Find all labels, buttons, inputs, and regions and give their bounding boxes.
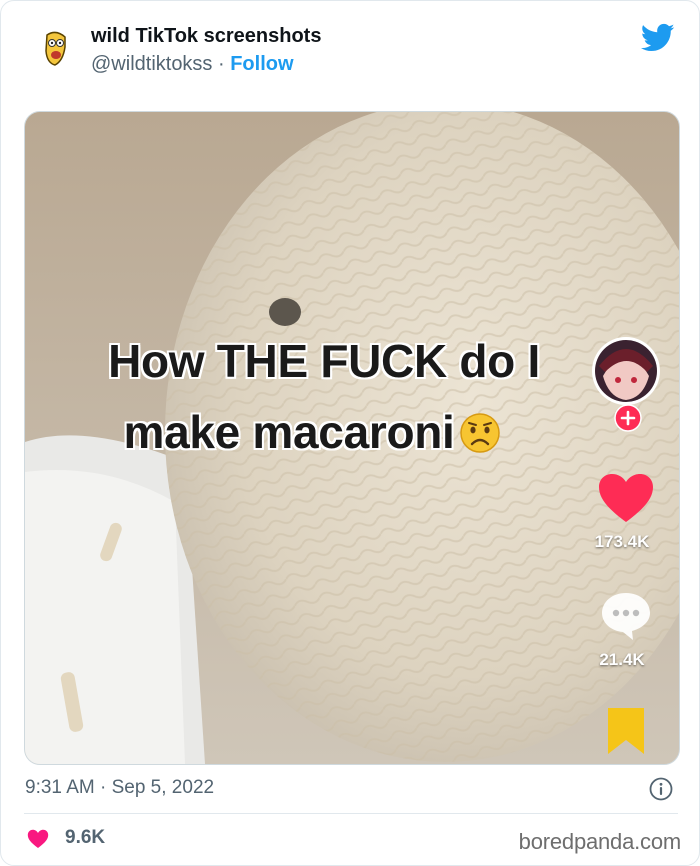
overlay-caption-text: make macaroni <box>123 406 455 458</box>
tweet-media[interactable]: How THE FUCK do I make macaroni 173.4K 2… <box>24 111 680 765</box>
overlay-caption-line-1: How THE FUCK do I <box>108 335 540 387</box>
tweet-card: wild TikTok screenshots @wildtiktokss · … <box>0 0 700 866</box>
overlay-caption-line-2: make macaroni <box>25 405 639 459</box>
author-avatar[interactable] <box>33 25 79 71</box>
tiktok-creator-avatar[interactable] <box>591 336 661 406</box>
tiktok-like-heart-icon[interactable] <box>597 472 655 524</box>
author-name[interactable]: wild TikTok screenshots <box>91 25 321 48</box>
follow-creator-plus-icon[interactable] <box>614 404 642 432</box>
tiktok-side-actions: 173.4K 21.4K <box>569 112 679 764</box>
tiktok-comment-count: 21.4K <box>599 650 645 669</box>
tweet-timestamp[interactable]: 9:31 AM · Sep 5, 2022 <box>25 777 214 799</box>
info-icon[interactable] <box>649 777 673 801</box>
like-count: 9.6K <box>65 827 106 848</box>
boredpanda-watermark: boredpanda.com <box>518 829 682 854</box>
worried-face-icon <box>459 411 501 453</box>
separator-dot: · <box>212 53 231 75</box>
tiktok-comment-icon[interactable] <box>599 590 653 642</box>
follow-button[interactable]: Follow <box>230 53 293 75</box>
heart-icon[interactable] <box>27 829 49 849</box>
twitter-bird-icon[interactable] <box>640 23 675 53</box>
author-handle-row: @wildtiktokss · Follow <box>91 53 294 76</box>
divider <box>24 813 678 814</box>
author-handle[interactable]: @wildtiktokss <box>91 53 212 75</box>
tweet-header: wild TikTok screenshots @wildtiktokss · … <box>23 23 679 83</box>
tiktok-like-count: 173.4K <box>594 532 650 551</box>
tiktok-bookmark-icon[interactable] <box>606 706 646 756</box>
